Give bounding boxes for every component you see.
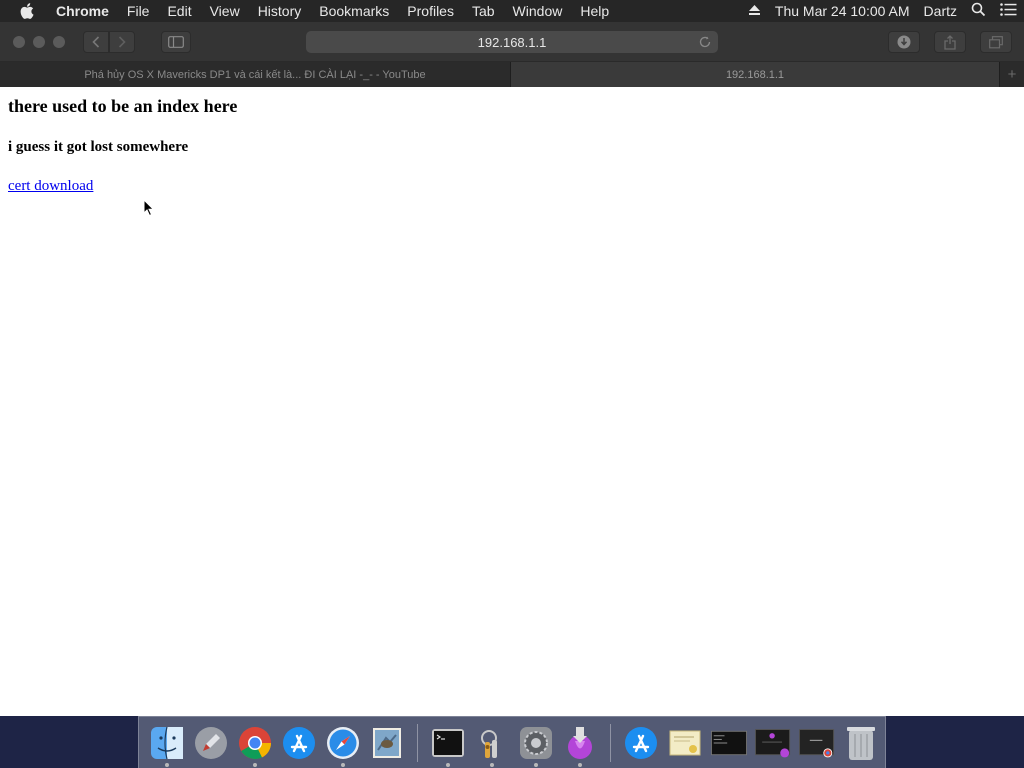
terminal-icon[interactable] — [430, 725, 466, 767]
share-icon — [944, 34, 956, 50]
menu-view[interactable]: View — [201, 3, 249, 19]
clock[interactable]: Thu Mar 24 10:00 AM — [775, 3, 910, 19]
cert-download-link[interactable]: cert download — [8, 178, 93, 195]
back-button[interactable] — [83, 30, 109, 53]
finder-icon[interactable] — [149, 725, 185, 767]
menu-file[interactable]: File — [118, 3, 159, 19]
share-button[interactable] — [934, 31, 966, 53]
launchpad-icon[interactable] — [193, 725, 229, 761]
page-subheading: i guess it got lost somewhere — [8, 139, 189, 155]
minimize-window-button[interactable] — [33, 35, 45, 48]
dock-separator — [417, 723, 418, 762]
menu-app-name[interactable]: Chrome — [52, 3, 118, 19]
chrome-icon[interactable] — [237, 725, 273, 767]
new-tab-button[interactable]: + — [1000, 62, 1024, 87]
installer-window-icon[interactable] — [755, 725, 791, 761]
dock-separator — [610, 723, 611, 762]
downloads-button[interactable] — [888, 31, 920, 53]
safari-icon[interactable] — [325, 725, 361, 767]
menu-edit[interactable]: Edit — [158, 3, 200, 19]
spotlight-search-icon[interactable] — [971, 2, 986, 20]
sidebar-toggle-button[interactable] — [161, 30, 191, 53]
zoom-window-button[interactable] — [53, 35, 65, 48]
menu-profiles[interactable]: Profiles — [398, 3, 463, 19]
chevron-right-icon — [118, 35, 126, 48]
app-store-folder-icon[interactable] — [623, 725, 659, 761]
tab-strip: Phá hủy OS X Mavericks DP1 và cái kết là… — [0, 62, 1024, 87]
tab-title: 192.168.1.1 — [725, 68, 785, 81]
eject-icon[interactable] — [748, 3, 761, 19]
system-preferences-icon[interactable] — [518, 725, 554, 767]
menu-window[interactable]: Window — [504, 3, 572, 19]
mouse-cursor-icon — [143, 199, 155, 217]
tab-title: Phá hủy OS X Mavericks DP1 và cái kết là… — [84, 68, 426, 81]
download-icon — [897, 35, 911, 49]
notification-center-icon[interactable] — [1000, 3, 1017, 19]
browser-toolbar: 192.168.1.1 — [0, 22, 1024, 62]
menu-bookmarks[interactable]: Bookmarks — [310, 3, 398, 19]
trash-icon[interactable] — [843, 725, 879, 761]
menu-bar: Chrome File Edit View History Bookmarks … — [0, 0, 1024, 22]
sidebar-icon — [168, 35, 184, 48]
tabs-icon — [989, 35, 1003, 48]
browser-window: 192.168.1.1 Phá hủy OS X Mavericks DP1 v… — [0, 22, 1024, 716]
chrome-window-icon[interactable] — [799, 725, 835, 761]
menu-tab[interactable]: Tab — [463, 3, 504, 19]
toolbar-right-buttons — [888, 31, 1012, 53]
user-name[interactable]: Dartz — [924, 3, 957, 19]
apple-menu-icon[interactable] — [16, 0, 38, 22]
menu-help[interactable]: Help — [571, 3, 618, 19]
installer-icon[interactable] — [562, 725, 598, 767]
tab-overview-button[interactable] — [980, 31, 1012, 53]
plus-icon: + — [1007, 66, 1017, 83]
window-controls — [13, 35, 65, 48]
address-bar[interactable]: 192.168.1.1 — [306, 31, 718, 53]
app-store-icon[interactable] — [281, 725, 317, 761]
page-heading: there used to be an index here — [8, 96, 238, 116]
close-window-button[interactable] — [13, 35, 25, 48]
keychain-icon[interactable] — [474, 725, 510, 767]
chevron-left-icon — [92, 35, 100, 48]
page-content: there used to be an index here i guess i… — [0, 87, 1024, 716]
forward-button[interactable] — [109, 30, 135, 53]
navigation-buttons — [83, 30, 135, 53]
address-bar-url: 192.168.1.1 — [477, 34, 547, 50]
mail-icon[interactable] — [369, 725, 405, 761]
reload-icon[interactable] — [698, 35, 712, 49]
certificate-icon[interactable] — [667, 725, 703, 761]
menu-history[interactable]: History — [249, 3, 311, 19]
terminal-window-icon[interactable] — [711, 725, 747, 761]
tab-youtube[interactable]: Phá hủy OS X Mavericks DP1 và cái kết là… — [0, 62, 511, 87]
tab-router[interactable]: 192.168.1.1 — [511, 62, 1000, 87]
dock — [138, 716, 886, 768]
